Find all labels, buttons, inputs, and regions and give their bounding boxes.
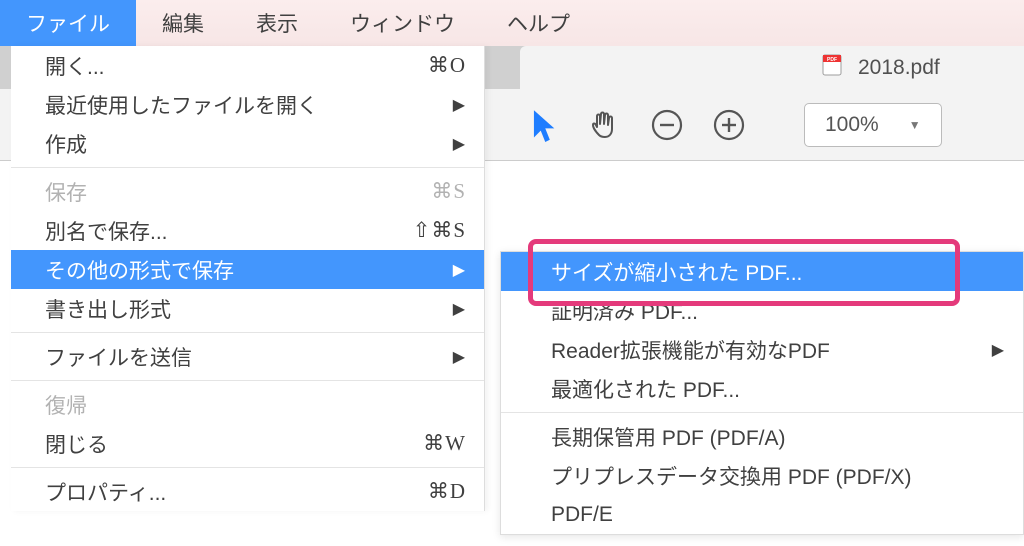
menubar-item-label: 編集 (162, 8, 204, 38)
menu-item-shortcut: ⌘S (431, 179, 466, 204)
submenu-item[interactable]: 長期保管用 PDF (PDF/A) (501, 417, 1023, 456)
menu-item-label: Reader拡張機能が有効なPDF (551, 335, 984, 365)
submenu-item[interactable]: PDF/E (501, 495, 1023, 534)
menu-separator (11, 167, 484, 168)
file-menu-item[interactable]: 書き出し形式▶ (11, 289, 484, 328)
menu-item-label: 書き出し形式 (45, 294, 445, 324)
select-tool-icon[interactable] (522, 104, 564, 146)
menubar-item-file[interactable]: ファイル (0, 0, 136, 46)
document-tab[interactable]: PDF 2018.pdf (520, 46, 1024, 89)
file-menu-item[interactable]: 開く...⌘O (11, 46, 484, 85)
chevron-down-icon: ▼ (909, 118, 921, 132)
menubar-item-label: 表示 (256, 8, 298, 38)
menubar-item-label: ウィンドウ (350, 8, 455, 38)
zoom-value: 100% (825, 113, 879, 137)
zoom-in-icon[interactable] (708, 104, 750, 146)
save-as-submenu: サイズが縮小された PDF... 証明済み PDF... Reader拡張機能が有効… (500, 251, 1024, 535)
submenu-item[interactable]: 最適化された PDF... (501, 369, 1023, 408)
file-menu-item: 復帰 (11, 385, 484, 424)
menu-item-label: 復帰 (45, 390, 466, 420)
submenu-arrow-icon: ▶ (445, 299, 466, 319)
submenu-item[interactable]: プリプレスデータ交換用 PDF (PDF/X) (501, 456, 1023, 495)
menu-item-label: 保存 (45, 177, 431, 207)
pdf-icon: PDF (820, 53, 844, 83)
menu-item-label: プロパティ... (45, 477, 428, 507)
submenu-arrow-icon: ▶ (984, 340, 1005, 360)
menu-item-label: プリプレスデータ交換用 PDF (PDF/X) (551, 461, 1005, 491)
zoom-out-icon[interactable] (646, 104, 688, 146)
menu-item-label: 証明済み PDF... (551, 296, 1005, 326)
submenu-arrow-icon: ▶ (445, 134, 466, 154)
file-menu-item: 保存⌘S (11, 172, 484, 211)
menu-item-shortcut: ⇧⌘S (413, 218, 466, 243)
menu-item-shortcut: ⌘O (428, 53, 466, 78)
menu-item-label: 開く... (45, 51, 428, 81)
menu-item-label: サイズが縮小された PDF... (551, 257, 1005, 287)
submenu-item[interactable]: 証明済み PDF... (501, 291, 1023, 330)
menubar-item-label: ヘルプ (507, 8, 570, 38)
menu-item-label: 別名で保存... (45, 216, 413, 246)
menubar: ファイル 編集 表示 ウィンドウ ヘルプ (0, 0, 1024, 46)
file-menu-item[interactable]: 最近使用したファイルを開く▶ (11, 85, 484, 124)
file-menu-item[interactable]: 別名で保存...⇧⌘S (11, 211, 484, 250)
menu-item-label: PDF/E (551, 503, 1005, 527)
submenu-item[interactable]: サイズが縮小された PDF... (501, 252, 1023, 291)
file-menu-item[interactable]: その他の形式で保存▶ (11, 250, 484, 289)
menu-separator (11, 467, 484, 468)
submenu-arrow-icon: ▶ (445, 260, 466, 280)
zoom-select[interactable]: 100% ▼ (804, 103, 942, 147)
menubar-item-view[interactable]: 表示 (230, 0, 324, 46)
menu-item-label: 長期保管用 PDF (PDF/A) (551, 422, 1005, 452)
menu-separator (11, 380, 484, 381)
menubar-item-help[interactable]: ヘルプ (481, 0, 596, 46)
menu-item-label: 最近使用したファイルを開く (45, 90, 445, 120)
file-menu-item[interactable]: 作成▶ (11, 124, 484, 163)
file-menu-item[interactable]: 閉じる⌘W (11, 424, 484, 463)
submenu-item[interactable]: Reader拡張機能が有効なPDF▶ (501, 330, 1023, 369)
submenu-arrow-icon: ▶ (445, 95, 466, 115)
menu-item-label: 閉じる (45, 429, 423, 459)
menubar-item-edit[interactable]: 編集 (136, 0, 230, 46)
submenu-arrow-icon: ▶ (445, 347, 466, 367)
file-menu-item[interactable]: ファイルを送信▶ (11, 337, 484, 376)
menubar-item-label: ファイル (26, 8, 110, 38)
toolbar-section: 100% ▼ (522, 89, 942, 161)
file-menu-item[interactable]: プロパティ...⌘D (11, 472, 484, 511)
menu-separator (11, 332, 484, 333)
tab-filename: 2018.pdf (858, 56, 940, 80)
menu-item-label: その他の形式で保存 (45, 255, 445, 285)
menu-item-shortcut: ⌘W (423, 431, 466, 456)
menu-item-shortcut: ⌘D (428, 479, 466, 504)
menu-item-label: ファイルを送信 (45, 342, 445, 372)
menu-item-label: 作成 (45, 129, 445, 159)
menu-item-label: 最適化された PDF... (551, 374, 1005, 404)
hand-tool-icon[interactable] (584, 104, 626, 146)
menu-separator (501, 412, 1023, 413)
svg-text:PDF: PDF (827, 57, 837, 63)
menubar-item-window[interactable]: ウィンドウ (324, 0, 481, 46)
file-menu-dropdown: 開く...⌘O最近使用したファイルを開く▶作成▶保存⌘S別名で保存...⇧⌘Sそ… (11, 46, 485, 511)
